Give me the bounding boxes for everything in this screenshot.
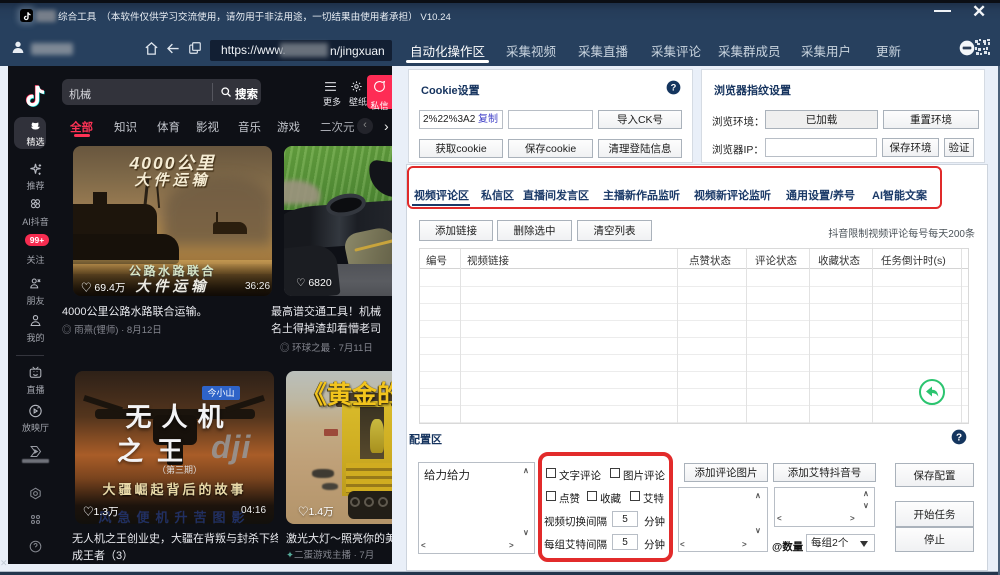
- svg-text:?: ?: [956, 432, 962, 443]
- svg-text:?: ?: [671, 83, 677, 93]
